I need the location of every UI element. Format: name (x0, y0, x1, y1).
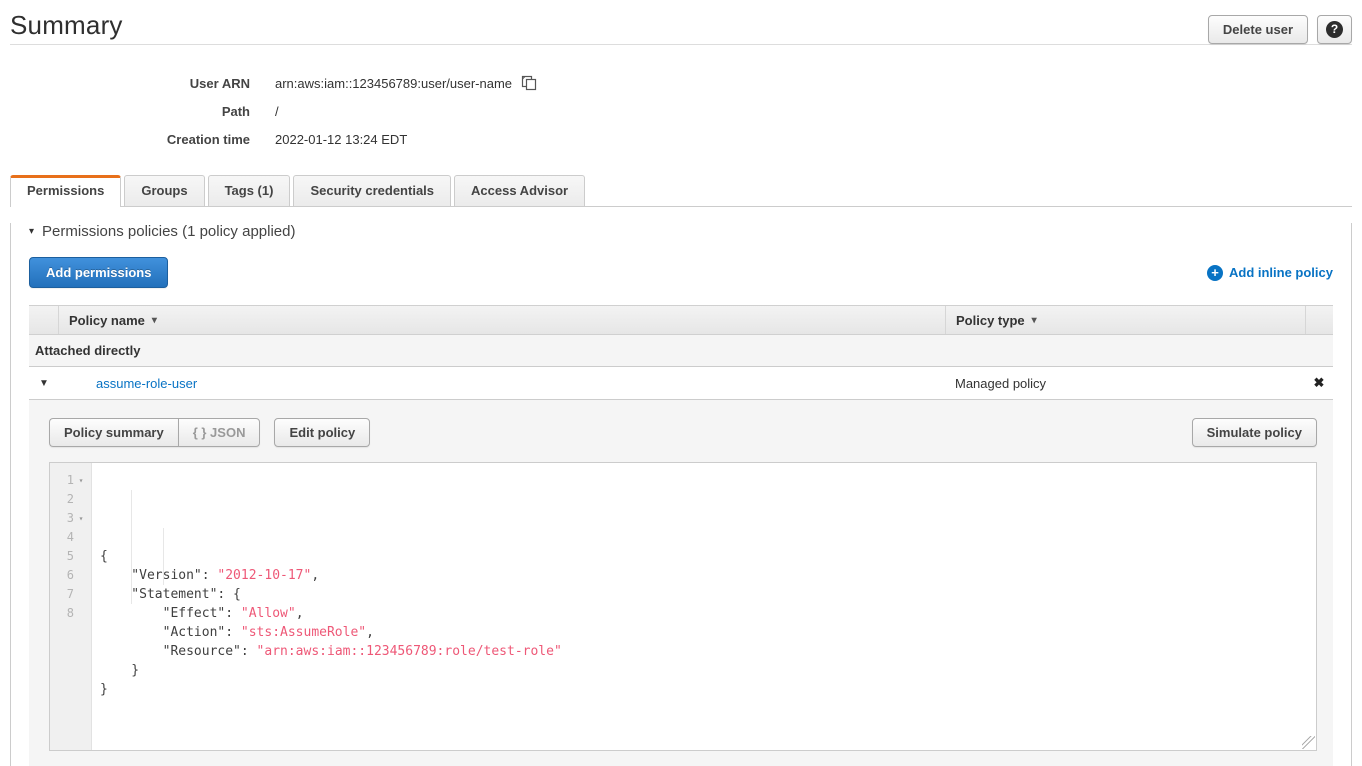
code-line: "Resource": "arn:aws:iam::123456789:role… (100, 642, 1316, 661)
creation-time-label: Creation time (0, 132, 250, 147)
simulate-policy-button[interactable]: Simulate policy (1192, 418, 1317, 447)
collapse-caret-icon: ▾ (29, 226, 34, 237)
tab-groups[interactable]: Groups (124, 175, 204, 206)
gutter-line: 1▾ (50, 471, 91, 490)
detach-policy-icon[interactable]: ✖ (1314, 375, 1325, 390)
fold-caret-icon[interactable]: ▾ (74, 471, 88, 490)
gutter-line: 3▾ (50, 509, 91, 528)
policy-summary-button[interactable]: Policy summary (49, 418, 178, 447)
policy-actions-row: Add permissions + Add inline policy (29, 257, 1333, 288)
user-arn-row: User ARN arn:aws:iam::123456789:user/use… (0, 69, 1362, 97)
tab-bar: PermissionsGroupsTags (1)Security creden… (10, 175, 1352, 207)
path-label: Path (0, 104, 250, 119)
policy-table: Policy name ▾ Policy type ▾ Attached dir… (29, 305, 1333, 766)
gutter-line: 7 (50, 585, 91, 604)
gutter-line: 4 (50, 528, 91, 547)
gutter-line: 5 (50, 547, 91, 566)
code-line: "Effect": "Allow", (100, 604, 1316, 623)
add-inline-policy-link[interactable]: + Add inline policy (1207, 265, 1333, 281)
json-editor-gutter: 1▾23▾45678 (50, 463, 92, 750)
page-title: Summary (10, 10, 123, 41)
gutter-line: 2 (50, 490, 91, 509)
attached-directly-group-row: Attached directly (29, 335, 1333, 367)
tab-access-advisor[interactable]: Access Advisor (454, 175, 585, 206)
tab-security-credentials[interactable]: Security credentials (293, 175, 451, 206)
path-row: Path / (0, 97, 1362, 125)
policy-detail-panel: Policy summary { } JSON Edit policy Simu… (29, 399, 1333, 766)
code-line: } (100, 680, 1316, 699)
sort-icon: ▾ (152, 315, 157, 326)
editor-resize-handle[interactable] (1302, 736, 1315, 749)
policy-view-toggle: Policy summary { } JSON (49, 418, 260, 447)
json-editor[interactable]: 1▾23▾45678 { "Version": "2012-10-17", "S… (49, 462, 1317, 751)
user-details: User ARN arn:aws:iam::123456789:user/use… (0, 69, 1362, 153)
page-header: Summary Delete user ? (0, 0, 1362, 44)
copy-icon[interactable] (521, 75, 537, 91)
policy-type-cell: Managed policy (945, 376, 1305, 391)
gutter-line: 8 (50, 604, 91, 623)
code-line: } (100, 661, 1316, 680)
user-arn-label: User ARN (0, 76, 250, 91)
tab-tags-1[interactable]: Tags (1) (208, 175, 291, 206)
policy-name-link[interactable]: assume-role-user (96, 376, 197, 391)
delete-user-button[interactable]: Delete user (1208, 15, 1308, 44)
help-button[interactable]: ? (1317, 15, 1352, 44)
code-line: "Action": "sts:AssumeRole", (100, 623, 1316, 642)
row-expand-caret[interactable]: ▼ (29, 378, 59, 389)
code-line: "Statement": { (100, 585, 1316, 604)
creation-time-value: 2022-01-12 13:24 EDT (275, 132, 407, 147)
tab-permissions[interactable]: Permissions (10, 175, 121, 207)
policy-table-header: Policy name ▾ Policy type ▾ (29, 305, 1333, 335)
json-editor-code[interactable]: { "Version": "2012-10-17", "Statement": … (92, 463, 1316, 750)
user-arn-value: arn:aws:iam::123456789:user/user-name (275, 76, 512, 91)
policy-name-column-header[interactable]: Policy name ▾ (59, 306, 945, 334)
permissions-policies-heading: Permissions policies (1 policy applied) (42, 223, 295, 240)
indent-guide (131, 490, 132, 604)
header-divider (10, 44, 1352, 45)
add-permissions-button[interactable]: Add permissions (29, 257, 168, 288)
code-line: "Version": "2012-10-17", (100, 566, 1316, 585)
path-value: / (275, 104, 279, 119)
json-view-button[interactable]: { } JSON (178, 418, 261, 447)
permissions-tab-panel: ▾ Permissions policies (1 policy applied… (10, 223, 1352, 766)
creation-time-row: Creation time 2022-01-12 13:24 EDT (0, 125, 1362, 153)
plus-circle-icon: + (1207, 265, 1223, 281)
action-column-header (1305, 306, 1333, 334)
code-line: { (100, 547, 1316, 566)
edit-policy-button[interactable]: Edit policy (274, 418, 370, 447)
policy-type-column-header[interactable]: Policy type ▾ (945, 306, 1305, 334)
permissions-policies-section-toggle[interactable]: ▾ Permissions policies (1 policy applied… (29, 223, 1333, 240)
policy-row: ▼ assume-role-user Managed policy ✖ (29, 367, 1333, 399)
indent-guide (163, 528, 164, 585)
gutter-line: 6 (50, 566, 91, 585)
policy-detail-toolbar: Policy summary { } JSON Edit policy Simu… (49, 418, 1317, 447)
header-actions: Delete user ? (1208, 10, 1352, 44)
expand-column-header (29, 306, 59, 334)
sort-icon: ▾ (1032, 315, 1037, 326)
help-icon: ? (1326, 21, 1343, 38)
fold-caret-icon[interactable]: ▾ (74, 509, 88, 528)
